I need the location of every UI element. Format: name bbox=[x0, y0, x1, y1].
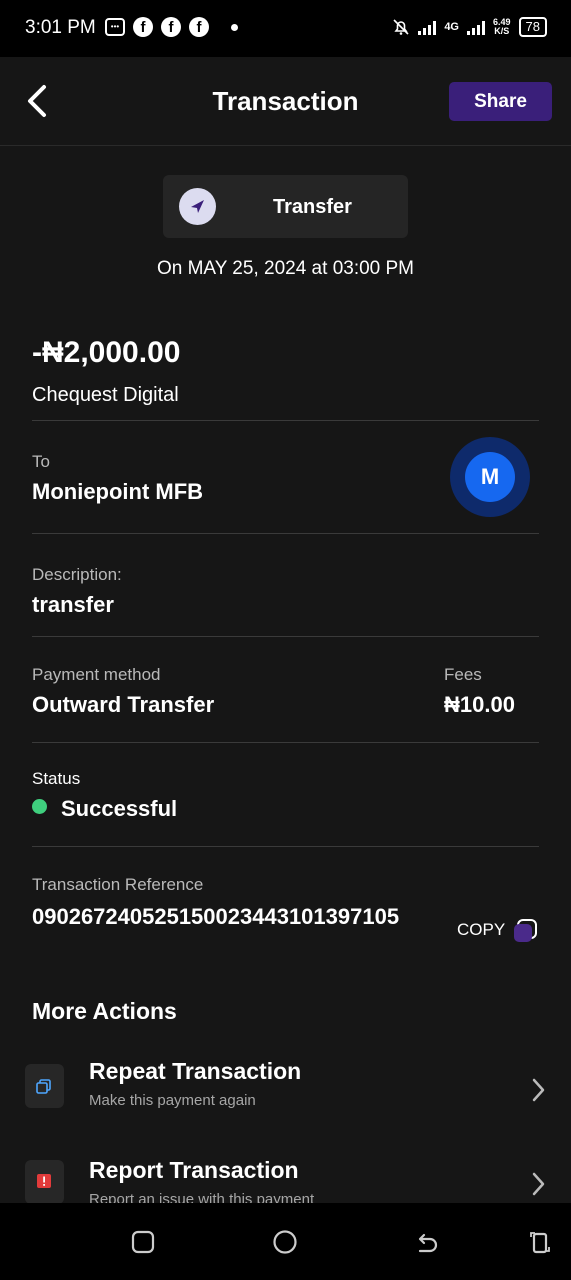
app-bar: Transaction Share bbox=[0, 57, 571, 146]
divider bbox=[32, 742, 539, 743]
back-nav-icon[interactable] bbox=[414, 1229, 440, 1255]
status-success-dot bbox=[32, 799, 47, 814]
reference-label: Transaction Reference bbox=[32, 875, 204, 894]
signal-icon bbox=[467, 19, 485, 35]
status-value: Successful bbox=[61, 796, 178, 821]
transfer-icon bbox=[179, 188, 216, 225]
message-icon: ••• bbox=[105, 18, 125, 36]
action-subtitle: Make this payment again bbox=[89, 1092, 256, 1109]
reference-value: 090267240525150023443101397105 bbox=[32, 904, 400, 929]
more-actions-title: More Actions bbox=[32, 998, 177, 1024]
divider bbox=[32, 636, 539, 637]
transaction-type-label: Transfer bbox=[273, 196, 352, 218]
recent-apps-icon[interactable] bbox=[130, 1229, 156, 1255]
status-label: Status bbox=[32, 769, 81, 788]
signal-icon bbox=[418, 19, 437, 35]
battery-icon: 78 bbox=[518, 17, 547, 37]
status-bar: 3:01 PM ••• f f f 4G 6.49 K/S 78 bbox=[0, 0, 571, 57]
network-speed: 6.49 K/S bbox=[493, 17, 511, 36]
report-transaction-action[interactable]: Report Transaction Report an issue with … bbox=[0, 1160, 571, 1203]
status-time: 3:01 PM bbox=[25, 17, 96, 38]
to-bank: Moniepoint MFB bbox=[32, 479, 204, 504]
more-notifications-icon bbox=[231, 23, 238, 31]
divider bbox=[32, 420, 539, 421]
divider bbox=[32, 533, 539, 534]
to-label: To bbox=[32, 452, 50, 471]
chevron-right-icon bbox=[532, 1172, 545, 1196]
fees-value: ₦10.00 bbox=[444, 692, 515, 717]
copy-icon[interactable] bbox=[512, 918, 538, 944]
system-icons: 4G 6.49 K/S 78 bbox=[392, 17, 547, 37]
facebook-icon: f bbox=[189, 17, 209, 37]
chevron-right-icon bbox=[532, 1078, 545, 1102]
payment-method-label: Payment method bbox=[32, 665, 161, 684]
bank-logo: M bbox=[450, 437, 530, 517]
action-subtitle: Report an issue with this payment bbox=[89, 1191, 315, 1203]
copy-button[interactable]: COPY bbox=[457, 920, 505, 940]
share-button[interactable]: Share bbox=[449, 82, 552, 121]
facebook-icon: f bbox=[133, 17, 153, 37]
notification-icons: ••• f f f bbox=[105, 17, 238, 37]
repeat-transaction-action[interactable]: Repeat Transaction Make this payment aga… bbox=[0, 1058, 571, 1144]
description-value: transfer bbox=[32, 592, 114, 617]
system-nav-bar bbox=[0, 1203, 571, 1280]
payment-method-value: Outward Transfer bbox=[32, 692, 215, 717]
repeat-icon bbox=[25, 1064, 64, 1108]
description-label: Description: bbox=[32, 565, 122, 584]
bank-initial: M bbox=[465, 452, 515, 502]
home-icon[interactable] bbox=[272, 1229, 298, 1255]
network-type: 4G bbox=[444, 21, 459, 33]
transaction-date: On MAY 25, 2024 at 03:00 PM bbox=[156, 258, 415, 279]
counterparty-name: Chequest Digital bbox=[32, 384, 179, 406]
report-icon bbox=[25, 1160, 64, 1203]
transaction-amount: -₦2,000.00 bbox=[32, 336, 181, 369]
divider bbox=[32, 846, 539, 847]
action-title: Repeat Transaction bbox=[89, 1058, 302, 1084]
transaction-type-pill: Transfer bbox=[163, 175, 408, 238]
mute-bell-icon bbox=[393, 19, 409, 35]
rotate-screen-icon[interactable] bbox=[527, 1229, 553, 1255]
facebook-icon: f bbox=[161, 17, 181, 37]
fees-label: Fees bbox=[444, 665, 482, 684]
action-title: Report Transaction bbox=[89, 1160, 299, 1183]
